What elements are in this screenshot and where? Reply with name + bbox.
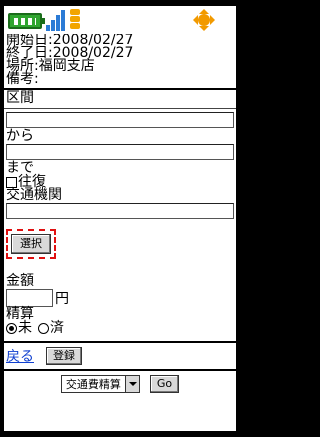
register-button[interactable]: 登録 [46, 347, 82, 365]
from-field[interactable] [6, 112, 234, 128]
settle-paid-radio[interactable] [38, 322, 49, 334]
amount-row: 円 [4, 288, 236, 308]
select-button[interactable]: 選択 [11, 234, 51, 254]
divider [4, 341, 236, 343]
amount-unit: 円 [55, 291, 69, 307]
settle-options: 未 済 [4, 321, 236, 335]
battery-icon [8, 13, 45, 29]
roundtrip-checkbox[interactable] [6, 176, 17, 188]
settle-label: 精算 [6, 306, 34, 322]
divider [4, 88, 236, 90]
go-button[interactable]: Go [149, 375, 180, 393]
form-screen: 開始日:2008/02/27 終了日:2008/02/27 場所:福岡支店 備考… [4, 34, 236, 431]
select-button-highlight: 選択 [6, 229, 56, 259]
settle-unpaid-radio[interactable] [6, 322, 17, 334]
menu-select-value: 交通費精算 [65, 378, 121, 391]
notes-label: 備考: [6, 71, 39, 87]
status-bar [4, 6, 236, 34]
action-row: 戻る 登録 [4, 345, 236, 367]
mail-stack-icon [70, 9, 80, 31]
footer-nav: 交通費精算 Go [4, 375, 236, 393]
amount-label: 金額 [6, 273, 34, 289]
transport-field[interactable] [6, 203, 234, 219]
amount-input[interactable] [6, 289, 53, 307]
settle-paid-label: 済 [50, 320, 64, 336]
back-link[interactable]: 戻る [6, 346, 34, 366]
from-label: から [6, 128, 34, 144]
chevron-down-icon [124, 376, 139, 392]
transport-label: 交通機関 [6, 187, 62, 203]
divider [4, 369, 236, 371]
section-label: 区間 [6, 90, 34, 106]
menu-select[interactable]: 交通費精算 [60, 375, 140, 393]
settle-unpaid-label: 未 [18, 320, 32, 336]
location: 場所:福岡支店 [6, 58, 95, 74]
signal-icon [46, 9, 68, 31]
divider [4, 108, 236, 109]
nav-dpad-icon [192, 8, 216, 32]
to-field[interactable] [6, 144, 234, 160]
phone-frame: 開始日:2008/02/27 終了日:2008/02/27 場所:福岡支店 備考… [0, 0, 240, 437]
